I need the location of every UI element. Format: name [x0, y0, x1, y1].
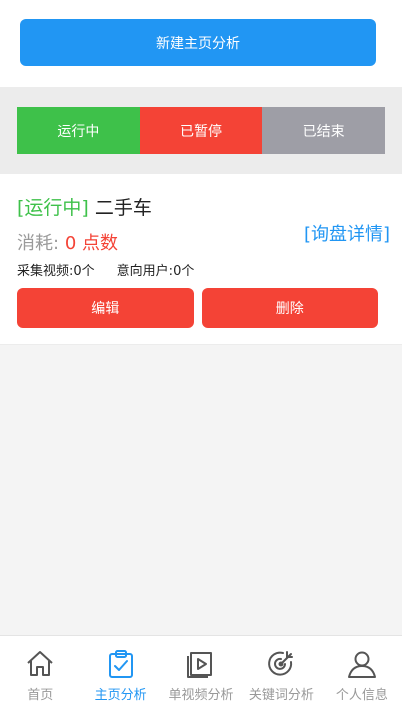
tabbar-item-profile[interactable]: 个人信息 — [322, 636, 402, 711]
task-status: [运行中] — [17, 197, 89, 219]
tabbar-item-keyword-analysis[interactable]: 关键词分析 — [241, 636, 321, 711]
tab-paused[interactable]: 已暂停 — [139, 107, 263, 154]
tabbar-label-homepage-analysis: 主页分析 — [94, 688, 147, 703]
tab-ended[interactable]: 已结束 — [262, 107, 386, 154]
filter-tabs-area: 运行中 已暂停 已结束 — [0, 87, 402, 174]
tabbar-label-keyword-analysis: 关键词分析 — [248, 688, 314, 703]
tabbar-label-home: 首页 — [27, 688, 54, 703]
tabbar-item-video-analysis[interactable]: 单视频分析 — [161, 636, 241, 711]
cost-value: 0 点数 — [64, 233, 118, 254]
tabbar-label-video-analysis: 单视频分析 — [168, 688, 234, 703]
task-actions: 编辑 删除 — [17, 288, 378, 328]
users-stat: 意向用户:0个 — [116, 264, 195, 279]
new-homepage-analysis-button[interactable]: 新建主页分析 — [20, 19, 376, 66]
task-card: [运行中] 二手车 消耗: 0 点数 [询盘详情] 采集视频:0个 意向用户:0… — [0, 174, 402, 345]
bottom-tabbar: 首页 主页分析 单视频分析 关键词分析 个人信息 — [0, 635, 402, 711]
user-icon — [347, 651, 376, 678]
tabbar-item-home[interactable]: 首页 — [0, 636, 80, 711]
edit-button[interactable]: 编辑 — [17, 288, 194, 328]
top-area: 新建主页分析 — [0, 0, 402, 87]
home-icon — [27, 651, 53, 676]
videos-stat: 采集视频:0个 — [17, 264, 95, 279]
tabbar-label-profile: 个人信息 — [335, 688, 388, 703]
inquiry-detail-link[interactable]: [询盘详情] — [304, 220, 390, 246]
filter-tabs: 运行中 已暂停 已结束 — [17, 107, 386, 154]
delete-button[interactable]: 删除 — [201, 288, 378, 328]
page: 新建主页分析 运行中 已暂停 已结束 [运行中] 二手车 消耗: 0 点数 [询… — [0, 0, 402, 711]
clipboard-check-icon — [108, 650, 133, 678]
task-title: [运行中] 二手车 — [17, 193, 152, 220]
tab-running[interactable]: 运行中 — [17, 107, 140, 154]
task-stats: 采集视频:0个 意向用户:0个 — [17, 260, 194, 279]
cost-label: 消耗: — [17, 233, 60, 254]
task-name: 二手车 — [94, 197, 152, 219]
tabbar-item-homepage-analysis[interactable]: 主页分析 — [80, 636, 160, 711]
target-icon — [268, 651, 294, 676]
task-cost: 消耗: 0 点数 — [17, 229, 118, 255]
video-icon — [187, 652, 213, 678]
